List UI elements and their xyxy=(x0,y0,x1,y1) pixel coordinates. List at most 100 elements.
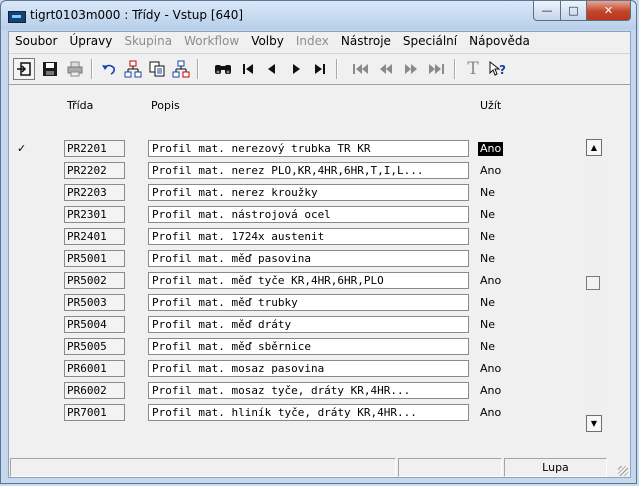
last-record-icon xyxy=(315,64,325,74)
row-code-field[interactable]: PR2202 xyxy=(64,162,125,179)
next-record-icon xyxy=(293,64,300,74)
menu-napoveda[interactable]: Nápověda xyxy=(463,32,536,51)
row-description-field[interactable]: Profil mat. měď trubky xyxy=(148,294,469,311)
save-button[interactable] xyxy=(39,58,61,80)
find-button[interactable] xyxy=(212,58,234,80)
previous-record-icon xyxy=(268,64,275,74)
row-description-field[interactable]: Profil mat. měď pasovina xyxy=(148,250,469,267)
delete-record-button[interactable] xyxy=(170,58,192,80)
delete-record-icon xyxy=(172,60,190,78)
row-description-field[interactable]: Profil mat. nerezový trubka TR KR xyxy=(148,140,469,157)
menu-skupina[interactable]: Skupina xyxy=(118,32,178,51)
copy-record-button[interactable] xyxy=(146,58,168,80)
row-description-field[interactable]: Profil mat. mosaz pasovina xyxy=(148,360,469,377)
row-description-field[interactable]: Profil mat. nerez kroužky xyxy=(148,184,469,201)
close-button[interactable]: ✕ xyxy=(587,1,631,21)
next-record-button[interactable] xyxy=(285,58,307,80)
last-group-button[interactable] xyxy=(425,58,447,80)
title-bar[interactable]: tigrt0103m000 : Třídy - Vstup [640] — □ … xyxy=(1,1,636,31)
insert-record-icon xyxy=(124,60,142,78)
exit-button[interactable] xyxy=(13,58,35,80)
row-code-field[interactable]: PR6001 xyxy=(64,360,125,377)
insert-record-button[interactable] xyxy=(122,58,144,80)
text-button[interactable]: T xyxy=(462,58,484,80)
column-header-trida: Třída xyxy=(67,99,94,112)
row-use-value[interactable]: Ano xyxy=(478,164,503,178)
row-description-field[interactable]: Profil mat. měď sběrnice xyxy=(148,338,469,355)
row-code-field[interactable]: PR7001 xyxy=(64,404,125,421)
svg-text:?: ? xyxy=(499,63,506,77)
context-help-button[interactable]: ? xyxy=(487,58,509,80)
first-record-icon xyxy=(243,64,253,74)
row-use-value[interactable]: Ne xyxy=(478,318,497,332)
scroll-thumb[interactable] xyxy=(586,276,600,290)
row-description-field[interactable]: Profil mat. nástrojová ocel xyxy=(148,206,469,223)
row-code-field[interactable]: PR5002 xyxy=(64,272,125,289)
form-content: Třída Popis Užít ✓ PR2201 Profil mat. ner… xyxy=(10,85,629,453)
last-record-button[interactable] xyxy=(309,58,331,80)
save-icon xyxy=(43,62,57,76)
previous-group-button[interactable] xyxy=(375,58,397,80)
print-button[interactable] xyxy=(64,58,86,80)
maximize-button[interactable]: □ xyxy=(561,1,587,21)
first-record-button[interactable] xyxy=(237,58,259,80)
resize-grip[interactable] xyxy=(618,466,628,476)
menu-upravy[interactable]: Úpravy xyxy=(63,32,118,51)
status-panel-middle xyxy=(398,458,502,477)
text-icon: T xyxy=(467,59,479,79)
row-use-value[interactable]: Ano xyxy=(478,362,503,376)
row-code-field[interactable]: PR5004 xyxy=(64,316,125,333)
row-use-value[interactable]: Ano xyxy=(478,274,503,288)
scroll-down-button[interactable]: ▼ xyxy=(586,415,602,432)
row-use-value[interactable]: Ne xyxy=(478,252,497,266)
minimize-button[interactable]: — xyxy=(533,1,561,21)
row-code-field[interactable]: PR6002 xyxy=(64,382,125,399)
status-panel-main xyxy=(10,458,396,477)
next-group-icon xyxy=(405,64,417,74)
row-description-field[interactable]: Profil mat. mosaz tyče, dráty KR,4HR... xyxy=(148,382,469,399)
row-use-value[interactable]: Ano xyxy=(478,406,503,420)
row-use-value[interactable]: Ne xyxy=(478,340,497,354)
undo-icon xyxy=(102,64,115,75)
row-code-field[interactable]: PR2401 xyxy=(64,228,125,245)
row-description-field[interactable]: Profil mat. měď tyče KR,4HR,6HR,PLO xyxy=(148,272,469,289)
find-icon xyxy=(215,65,231,74)
row-code-field[interactable]: PR5001 xyxy=(64,250,125,267)
first-group-button[interactable] xyxy=(350,58,372,80)
menu-soubor[interactable]: Soubor xyxy=(9,32,63,51)
previous-record-button[interactable] xyxy=(261,58,283,80)
row-description-field[interactable]: Profil mat. hliník tyče, dráty KR,4HR... xyxy=(148,404,469,421)
menu-nastroje[interactable]: Nástroje xyxy=(335,32,397,51)
print-icon xyxy=(67,61,83,77)
row-use-value[interactable]: Ne xyxy=(478,186,497,200)
row-code-field[interactable]: PR2203 xyxy=(64,184,125,201)
row-use-value[interactable]: Ano xyxy=(478,142,504,156)
menu-specialni[interactable]: Speciální xyxy=(397,32,463,51)
menu-workflow[interactable]: Workflow xyxy=(178,32,245,51)
row-use-value[interactable]: Ne xyxy=(478,296,497,310)
menu-bar: Soubor Úpravy Skupina Workflow Volby Ind… xyxy=(9,32,630,51)
row-code-field[interactable]: PR2201 xyxy=(64,140,125,157)
column-header-uzit: Užít xyxy=(480,99,502,112)
row-code-field[interactable]: PR5005 xyxy=(64,338,125,355)
row-use-value[interactable]: Ano xyxy=(478,384,503,398)
previous-group-icon xyxy=(380,64,392,74)
menu-index[interactable]: Index xyxy=(290,32,335,51)
row-use-value[interactable]: Ne xyxy=(478,208,497,222)
next-group-button[interactable] xyxy=(400,58,422,80)
row-code-field[interactable]: PR5003 xyxy=(64,294,125,311)
scroll-up-button[interactable]: ▲ xyxy=(586,139,602,156)
current-row-check-icon: ✓ xyxy=(17,142,27,155)
row-use-value[interactable]: Ne xyxy=(478,230,497,244)
toolbar: T ? xyxy=(9,53,630,85)
column-header-popis: Popis xyxy=(151,99,180,112)
vertical-scrollbar[interactable]: ▲ ▼ xyxy=(586,139,602,432)
row-description-field[interactable]: Profil mat. 1724x austenit xyxy=(148,228,469,245)
undo-button[interactable] xyxy=(98,58,120,80)
menu-volby[interactable]: Volby xyxy=(245,32,290,51)
status-bar: Lupa xyxy=(9,457,630,478)
row-code-field[interactable]: PR2301 xyxy=(64,206,125,223)
app-icon xyxy=(8,11,26,23)
row-description-field[interactable]: Profil mat. nerez PLO,KR,4HR,6HR,T,I,L..… xyxy=(148,162,469,179)
row-description-field[interactable]: Profil mat. měď dráty xyxy=(148,316,469,333)
